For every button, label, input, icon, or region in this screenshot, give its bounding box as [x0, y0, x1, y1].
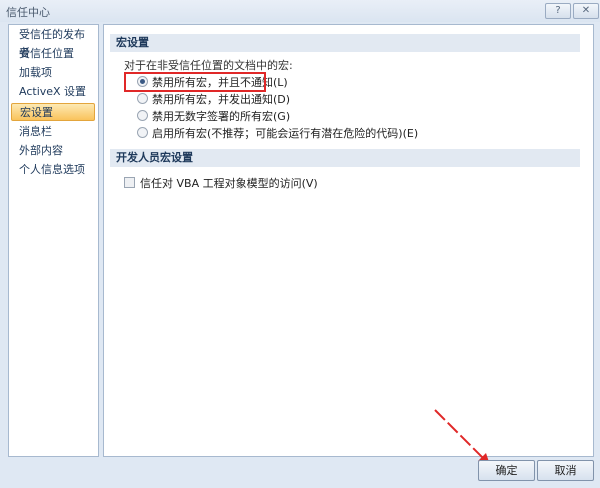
highlight-box	[124, 72, 266, 92]
sidebar: 受信任的发布者 受信任位置 加载项 ActiveX 设置 宏设置 消息栏 外部内…	[8, 24, 99, 457]
sidebar-item-privacy-options[interactable]: 个人信息选项	[11, 161, 95, 179]
radio-disable-unsigned[interactable]	[137, 110, 148, 121]
sidebar-item-trusted-publishers[interactable]: 受信任的发布者	[11, 26, 95, 59]
option-label[interactable]: 启用所有宏(不推荐；可能会运行有潜在危险的代码)(E)	[152, 125, 418, 141]
sidebar-item-activex[interactable]: ActiveX 设置	[11, 83, 95, 101]
ok-button[interactable]: 确定	[478, 460, 535, 481]
macro-settings-header: 宏设置	[110, 34, 580, 52]
close-icon[interactable]: ✕	[573, 3, 599, 19]
sidebar-item-addins[interactable]: 加载项	[11, 64, 95, 82]
sidebar-item-external-content[interactable]: 外部内容	[11, 142, 95, 160]
developer-settings-header: 开发人员宏设置	[110, 149, 580, 167]
cancel-button[interactable]: 取消	[537, 460, 594, 481]
macro-prompt: 对于在非受信任位置的文档中的宏:	[124, 59, 293, 72]
help-icon[interactable]: ?	[545, 3, 571, 19]
option-label[interactable]: 禁用无数字签署的所有宏(G)	[152, 108, 290, 124]
vba-trust-label[interactable]: 信任对 VBA 工程对象模型的访问(V)	[140, 175, 318, 191]
vba-trust-checkbox[interactable]	[124, 177, 135, 188]
radio-disable-notify[interactable]	[137, 93, 148, 104]
radio-enable-all[interactable]	[137, 127, 148, 138]
sidebar-item-message-bar[interactable]: 消息栏	[11, 123, 95, 141]
sidebar-item-macro-settings[interactable]: 宏设置	[11, 103, 95, 121]
option-label[interactable]: 禁用所有宏，并发出通知(D)	[152, 91, 290, 107]
sidebar-item-trusted-locations[interactable]: 受信任位置	[11, 45, 95, 63]
window-title: 信任中心	[6, 6, 50, 19]
title-bar: 信任中心 ? ✕	[0, 0, 600, 22]
